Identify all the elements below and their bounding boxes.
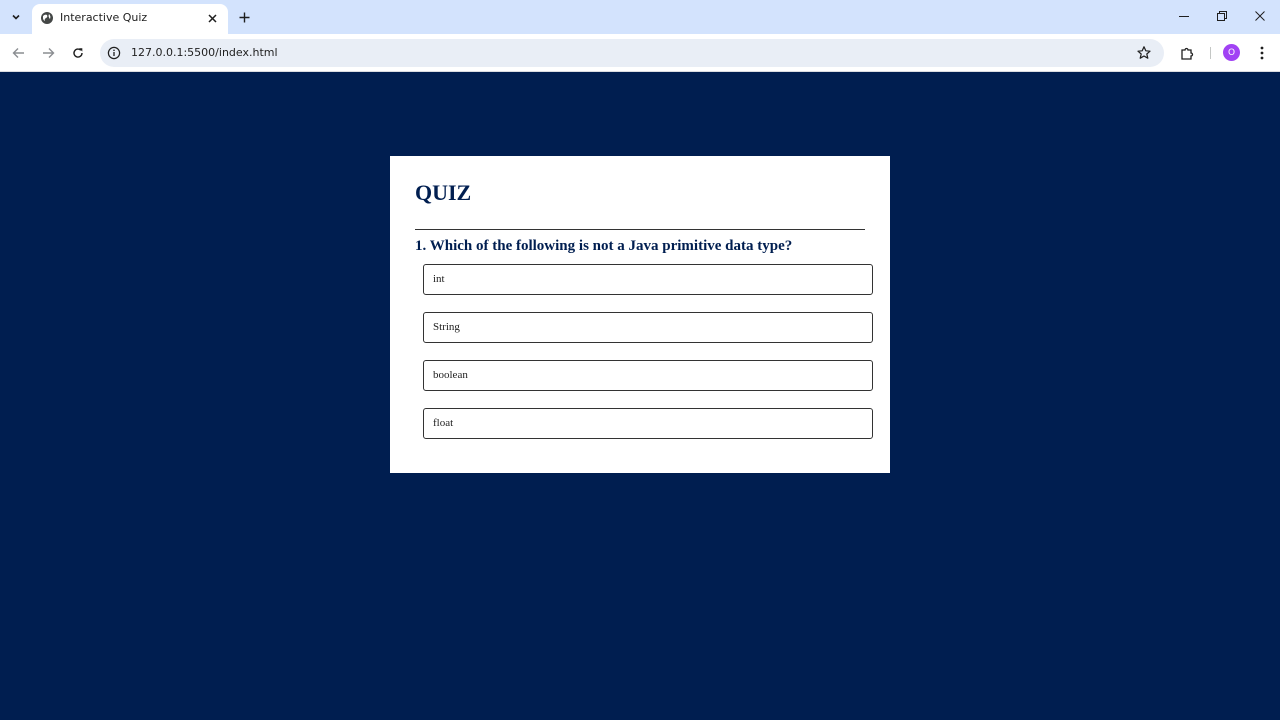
close-window-icon[interactable] bbox=[1248, 6, 1272, 26]
tab-title: Interactive Quiz bbox=[60, 11, 148, 24]
back-arrow-left-icon[interactable] bbox=[7, 42, 29, 64]
answer-option-string[interactable]: String bbox=[423, 312, 873, 343]
answer-option-float[interactable]: float bbox=[423, 408, 873, 439]
minimize-icon[interactable] bbox=[1172, 6, 1196, 26]
reload-icon[interactable] bbox=[67, 42, 89, 64]
url-text[interactable]: 127.0.0.1:5500/index.html bbox=[131, 46, 278, 59]
profile-avatar[interactable]: O bbox=[1223, 44, 1240, 61]
toolbar-divider bbox=[1210, 47, 1211, 59]
restore-icon[interactable] bbox=[1210, 6, 1234, 26]
forward-arrow-right-icon[interactable] bbox=[37, 42, 59, 64]
answer-option-label: boolean bbox=[433, 369, 468, 381]
tab-strip: Interactive Quiz bbox=[0, 0, 1280, 34]
browser-toolbar: 127.0.0.1:5500/index.html O bbox=[0, 34, 1280, 72]
answer-option-label: float bbox=[433, 417, 454, 429]
answer-option-label: int bbox=[433, 273, 445, 285]
info-icon[interactable] bbox=[107, 46, 121, 60]
tab-interactive-quiz[interactable]: Interactive Quiz bbox=[32, 4, 228, 34]
puzzle-icon[interactable] bbox=[1177, 43, 1197, 63]
star-icon[interactable] bbox=[1136, 45, 1152, 61]
question-text: 1. Which of the following is not a Java … bbox=[415, 238, 793, 254]
tab-close-icon[interactable] bbox=[204, 10, 220, 26]
new-tab-plus-icon[interactable] bbox=[234, 7, 254, 27]
address-bar[interactable]: 127.0.0.1:5500/index.html bbox=[100, 39, 1164, 67]
answer-option-int[interactable]: int bbox=[423, 264, 873, 295]
kebab-menu-icon[interactable] bbox=[1252, 43, 1272, 63]
answer-option-label: String bbox=[433, 321, 460, 333]
tab-search-chevron-down-icon[interactable] bbox=[6, 7, 26, 27]
quiz-card: QUIZ 1. Which of the following is not a … bbox=[390, 156, 890, 473]
globe-icon bbox=[41, 12, 53, 24]
browser-chrome: Interactive Quiz 127.0.0.1:5500/index.ht… bbox=[0, 0, 1280, 72]
quiz-title: QUIZ bbox=[415, 180, 472, 205]
answer-option-boolean[interactable]: boolean bbox=[423, 360, 873, 391]
title-divider bbox=[415, 229, 865, 230]
